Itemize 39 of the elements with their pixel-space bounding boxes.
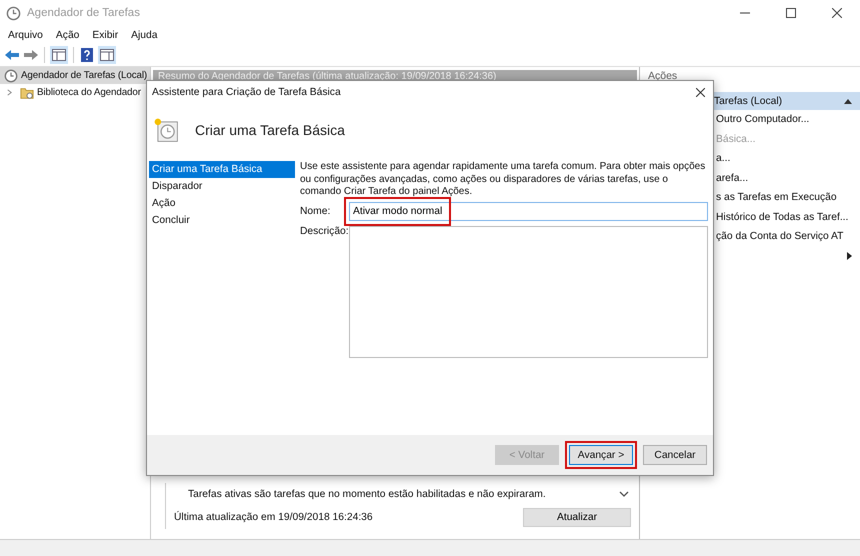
task-wizard-icon: [153, 117, 179, 143]
action-pane-icon[interactable]: [98, 46, 116, 64]
menu-item[interactable]: Arquivo: [8, 30, 43, 40]
wizard-step[interactable]: Criar uma Tarefa Básica: [149, 161, 295, 178]
menu-item[interactable]: Exibir: [92, 30, 118, 40]
clock-icon: [6, 6, 21, 20]
tree-item[interactable]: Biblioteca do Agendador: [0, 84, 150, 101]
last-update-text: Última atualização em 19/09/2018 16:24:36: [174, 512, 373, 522]
pane-header: Ações: [647, 70, 678, 83]
close-icon[interactable]: [832, 8, 842, 18]
wizard-step[interactable]: Ação: [149, 195, 295, 212]
description-field[interactable]: [349, 226, 708, 358]
dialog-button[interactable]: Cancelar: [643, 445, 707, 465]
collapse-triangle-icon[interactable]: [844, 98, 852, 104]
chevron-down-icon[interactable]: [619, 491, 629, 497]
menu-item[interactable]: Ação: [56, 30, 80, 40]
wizard-step[interactable]: Disparador: [149, 178, 295, 195]
field-label: Descrição:: [300, 226, 349, 236]
forward-arrow-icon[interactable]: [23, 47, 39, 63]
submenu-arrow-icon[interactable]: [847, 252, 852, 260]
expand-caret-icon[interactable]: [6, 89, 13, 96]
back-arrow-icon[interactable]: [4, 47, 20, 63]
menu-item[interactable]: Ajuda: [131, 30, 158, 40]
field-label: Nome:: [300, 206, 332, 216]
clock-icon: [4, 68, 18, 82]
window-title: Agendador de Tarefas: [27, 7, 140, 19]
console-tree-icon[interactable]: [50, 46, 68, 64]
info-text: Tarefas ativas são tarefas que no momento estão habilitadas e não expiraram.: [187, 488, 546, 500]
intro-text: Use este assistente para agendar rapidamente uma tarefa comum. Para obter mais opções ou configurações avançadas, como ações ou disparadores de várias tarefas, use o comando Criar Tarefa do painel Ações.: [300, 161, 706, 198]
wizard-step[interactable]: Concluir: [149, 212, 295, 229]
tree-item[interactable]: Agendador de Tarefas (Local): [0, 67, 150, 84]
dialog-heading: Criar uma Tarefa Básica: [195, 122, 345, 138]
name-input-field[interactable]: Ativar modo normal: [349, 202, 708, 220]
close-icon[interactable]: [696, 88, 705, 96]
folder-icon: [20, 86, 34, 100]
help-icon[interactable]: [79, 47, 95, 63]
dialog-title: Assistente para Criação de Tarefa Básica: [152, 86, 341, 98]
refresh-button[interactable]: Atualizar: [523, 508, 631, 526]
maximize-icon[interactable]: [786, 8, 796, 18]
